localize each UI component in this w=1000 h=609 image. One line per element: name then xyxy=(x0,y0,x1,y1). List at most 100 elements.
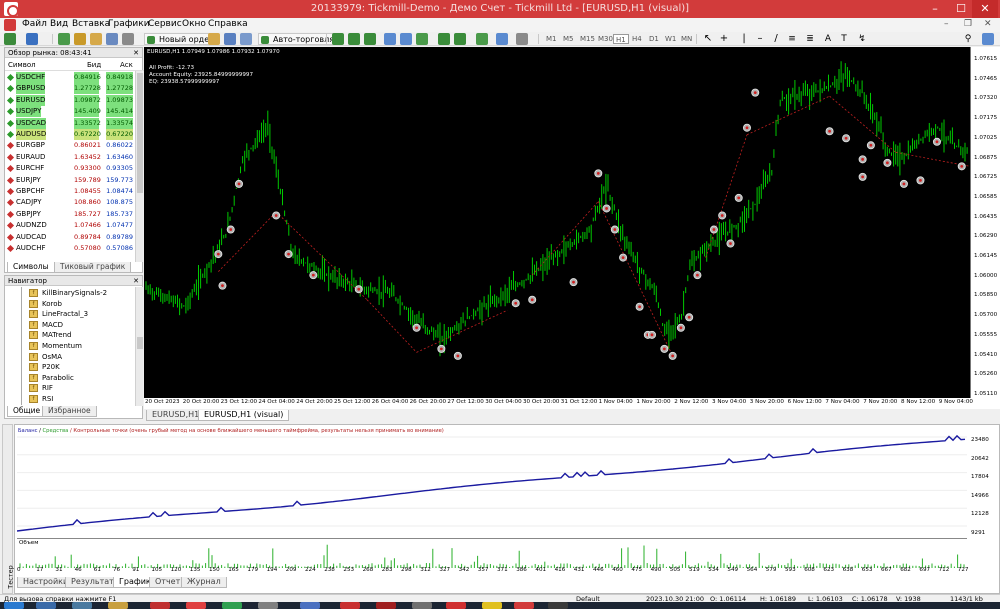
market-watch-row[interactable]: USDJPY 145.409 145.414 xyxy=(5,106,136,118)
start-icon[interactable] xyxy=(4,602,24,609)
metaeditor-icon[interactable] xyxy=(208,33,220,45)
crosshair-icon[interactable]: + xyxy=(718,33,730,45)
tf-m1[interactable]: M1 xyxy=(544,34,559,44)
tf-d1[interactable]: D1 xyxy=(647,34,661,44)
market-watch-row[interactable]: AUDNZD 1.07466 1.07477 xyxy=(5,220,136,231)
market-watch-row[interactable]: EURUSD 1.09872 1.09873 xyxy=(5,94,136,106)
zoom-in-icon[interactable] xyxy=(384,33,396,45)
navigator-scrollbar[interactable] xyxy=(135,287,143,406)
taskbar-app-icon[interactable] xyxy=(300,602,320,609)
market-watch-row[interactable]: AUDCAD 0.89784 0.89789 xyxy=(5,232,136,243)
autoscroll-icon[interactable] xyxy=(438,33,450,45)
market-watch-row[interactable]: GBPCHF 1.08455 1.08474 xyxy=(5,186,136,197)
tf-m5[interactable]: M5 xyxy=(561,34,576,44)
label-icon[interactable]: T xyxy=(838,33,850,45)
tab-symbols[interactable]: Символы xyxy=(7,262,55,273)
maximize-icon[interactable]: ☐ xyxy=(948,0,974,18)
search-icon[interactable]: ⚲ xyxy=(962,33,974,45)
tester-icon[interactable] xyxy=(122,33,134,45)
child-window-icon[interactable] xyxy=(4,19,16,31)
chart-shift-icon[interactable] xyxy=(454,33,466,45)
market-watch-row[interactable]: EURCHF 0.93300 0.93305 xyxy=(5,163,136,174)
indicators-icon[interactable] xyxy=(476,33,488,45)
taskbar-app-icon[interactable] xyxy=(514,602,534,609)
market-watch-row[interactable]: GBPJPY 185.727 185.737 xyxy=(5,209,136,220)
trendline-icon[interactable]: / xyxy=(770,33,782,45)
zoom-out-icon[interactable] xyxy=(400,33,412,45)
profiles-icon[interactable] xyxy=(26,33,38,45)
close-icon[interactable]: ✕ xyxy=(133,276,139,286)
fibo-icon[interactable]: ≣ xyxy=(804,33,816,45)
tester-side-tab[interactable]: Тестер xyxy=(2,424,15,594)
periods-icon[interactable] xyxy=(496,33,508,45)
child-close-icon[interactable]: ✕ xyxy=(984,19,992,29)
tab-chart-eurusd-visual[interactable]: EURUSD,H1 (visual) xyxy=(198,410,290,421)
taskbar-app-icon[interactable] xyxy=(222,602,242,609)
tab-tick-chart[interactable]: Тиковый график xyxy=(54,262,132,273)
tile-windows-icon[interactable] xyxy=(416,33,428,45)
tab-common[interactable]: Общие xyxy=(7,406,47,417)
chat-icon[interactable] xyxy=(982,33,994,45)
new-chart-icon[interactable] xyxy=(4,33,16,45)
taskbar-app-icon[interactable] xyxy=(150,602,170,609)
text-icon[interactable]: A xyxy=(822,33,834,45)
market-watch-row[interactable]: USDCAD 1.33572 1.33574 xyxy=(5,117,136,129)
market-watch-row[interactable]: AUDCHF 0.57080 0.57086 xyxy=(5,243,136,254)
taskbar-app-icon[interactable] xyxy=(412,602,432,609)
child-minimize-icon[interactable]: – xyxy=(944,19,949,29)
taskbar-app-icon[interactable] xyxy=(482,602,502,609)
market-watch-icon[interactable] xyxy=(58,33,70,45)
market-watch-row[interactable]: USDCHF 0.84916 0.84918 xyxy=(5,72,136,83)
navigator-icon[interactable] xyxy=(90,33,102,45)
child-restore-icon[interactable]: ❐ xyxy=(964,19,972,29)
tf-h1[interactable]: H1 xyxy=(613,34,629,44)
templates-icon[interactable] xyxy=(516,33,528,45)
signals-icon[interactable] xyxy=(224,33,236,45)
col-bid[interactable]: Бид xyxy=(87,59,101,71)
time-axis[interactable]: 20 Oct 2023 20 Oct 20:00 23 Oct 12:00 24 Oc… xyxy=(144,398,1000,409)
vertical-line-icon[interactable]: | xyxy=(738,33,750,45)
channel-icon[interactable]: ≡ xyxy=(786,33,798,45)
tab-favorites[interactable]: Избранное xyxy=(42,406,97,417)
terminal-icon[interactable] xyxy=(106,33,118,45)
market-watch-row[interactable]: EURAUD 1.63452 1.63460 xyxy=(5,152,136,163)
taskbar-app-icon[interactable] xyxy=(340,602,360,609)
options-icon[interactable] xyxy=(240,33,252,45)
menu-charts[interactable]: Графики xyxy=(108,19,150,29)
market-watch-row[interactable]: EURJPY 159.789 159.773 xyxy=(5,175,136,186)
taskbar-app-icon[interactable] xyxy=(108,602,128,609)
taskbar-app-icon[interactable] xyxy=(36,602,56,609)
market-watch-row[interactable]: AUDUSD 0.67220 0.67220 xyxy=(5,129,136,140)
taskbar-app-icon[interactable] xyxy=(72,602,92,609)
taskbar-app-icon[interactable] xyxy=(548,602,568,609)
line-chart-icon[interactable] xyxy=(364,33,376,45)
arrows-icon[interactable]: ↯ xyxy=(856,33,868,45)
tf-m15[interactable]: M15 xyxy=(578,34,597,44)
market-watch-row[interactable]: CADJPY 108.860 108.875 xyxy=(5,197,136,208)
col-symbol[interactable]: Символ xyxy=(8,59,36,71)
taskbar-app-icon[interactable] xyxy=(258,602,278,609)
market-watch-row[interactable]: GBPUSD 1.27728 1.27728 xyxy=(5,83,136,95)
menu-insert[interactable]: Вставка xyxy=(72,19,110,29)
tf-w1[interactable]: W1 xyxy=(663,34,678,44)
market-watch-row[interactable]: EURGBP 0.86021 0.86022 xyxy=(5,140,136,151)
menu-help[interactable]: Справка xyxy=(208,19,248,29)
horizontal-line-icon[interactable]: – xyxy=(754,33,766,45)
menu-view[interactable]: Вид xyxy=(50,19,68,29)
tf-h4[interactable]: H4 xyxy=(630,34,644,44)
col-ask[interactable]: Аск xyxy=(120,59,133,71)
market-watch-scrollbar[interactable] xyxy=(135,71,143,262)
minimize-icon[interactable]: – xyxy=(922,0,948,18)
close-icon[interactable]: ✕ xyxy=(972,0,998,18)
tab-chart-eurusd-h1[interactable]: EURUSD,H1 xyxy=(146,410,206,421)
candlestick-icon[interactable] xyxy=(348,33,360,45)
menu-window[interactable]: Окно xyxy=(182,19,206,29)
tf-mn[interactable]: MN xyxy=(679,34,694,44)
taskbar-app-icon[interactable] xyxy=(446,602,466,609)
menu-tools[interactable]: Сервис xyxy=(148,19,182,29)
taskbar-app-icon[interactable] xyxy=(376,602,396,609)
close-icon[interactable]: ✕ xyxy=(133,48,139,58)
cursor-icon[interactable]: ↖ xyxy=(702,33,714,45)
data-window-icon[interactable] xyxy=(74,33,86,45)
price-axis[interactable]: 1.07615 1.07465 1.07320 1.07175 1.07025 1.068… xyxy=(970,47,1000,398)
